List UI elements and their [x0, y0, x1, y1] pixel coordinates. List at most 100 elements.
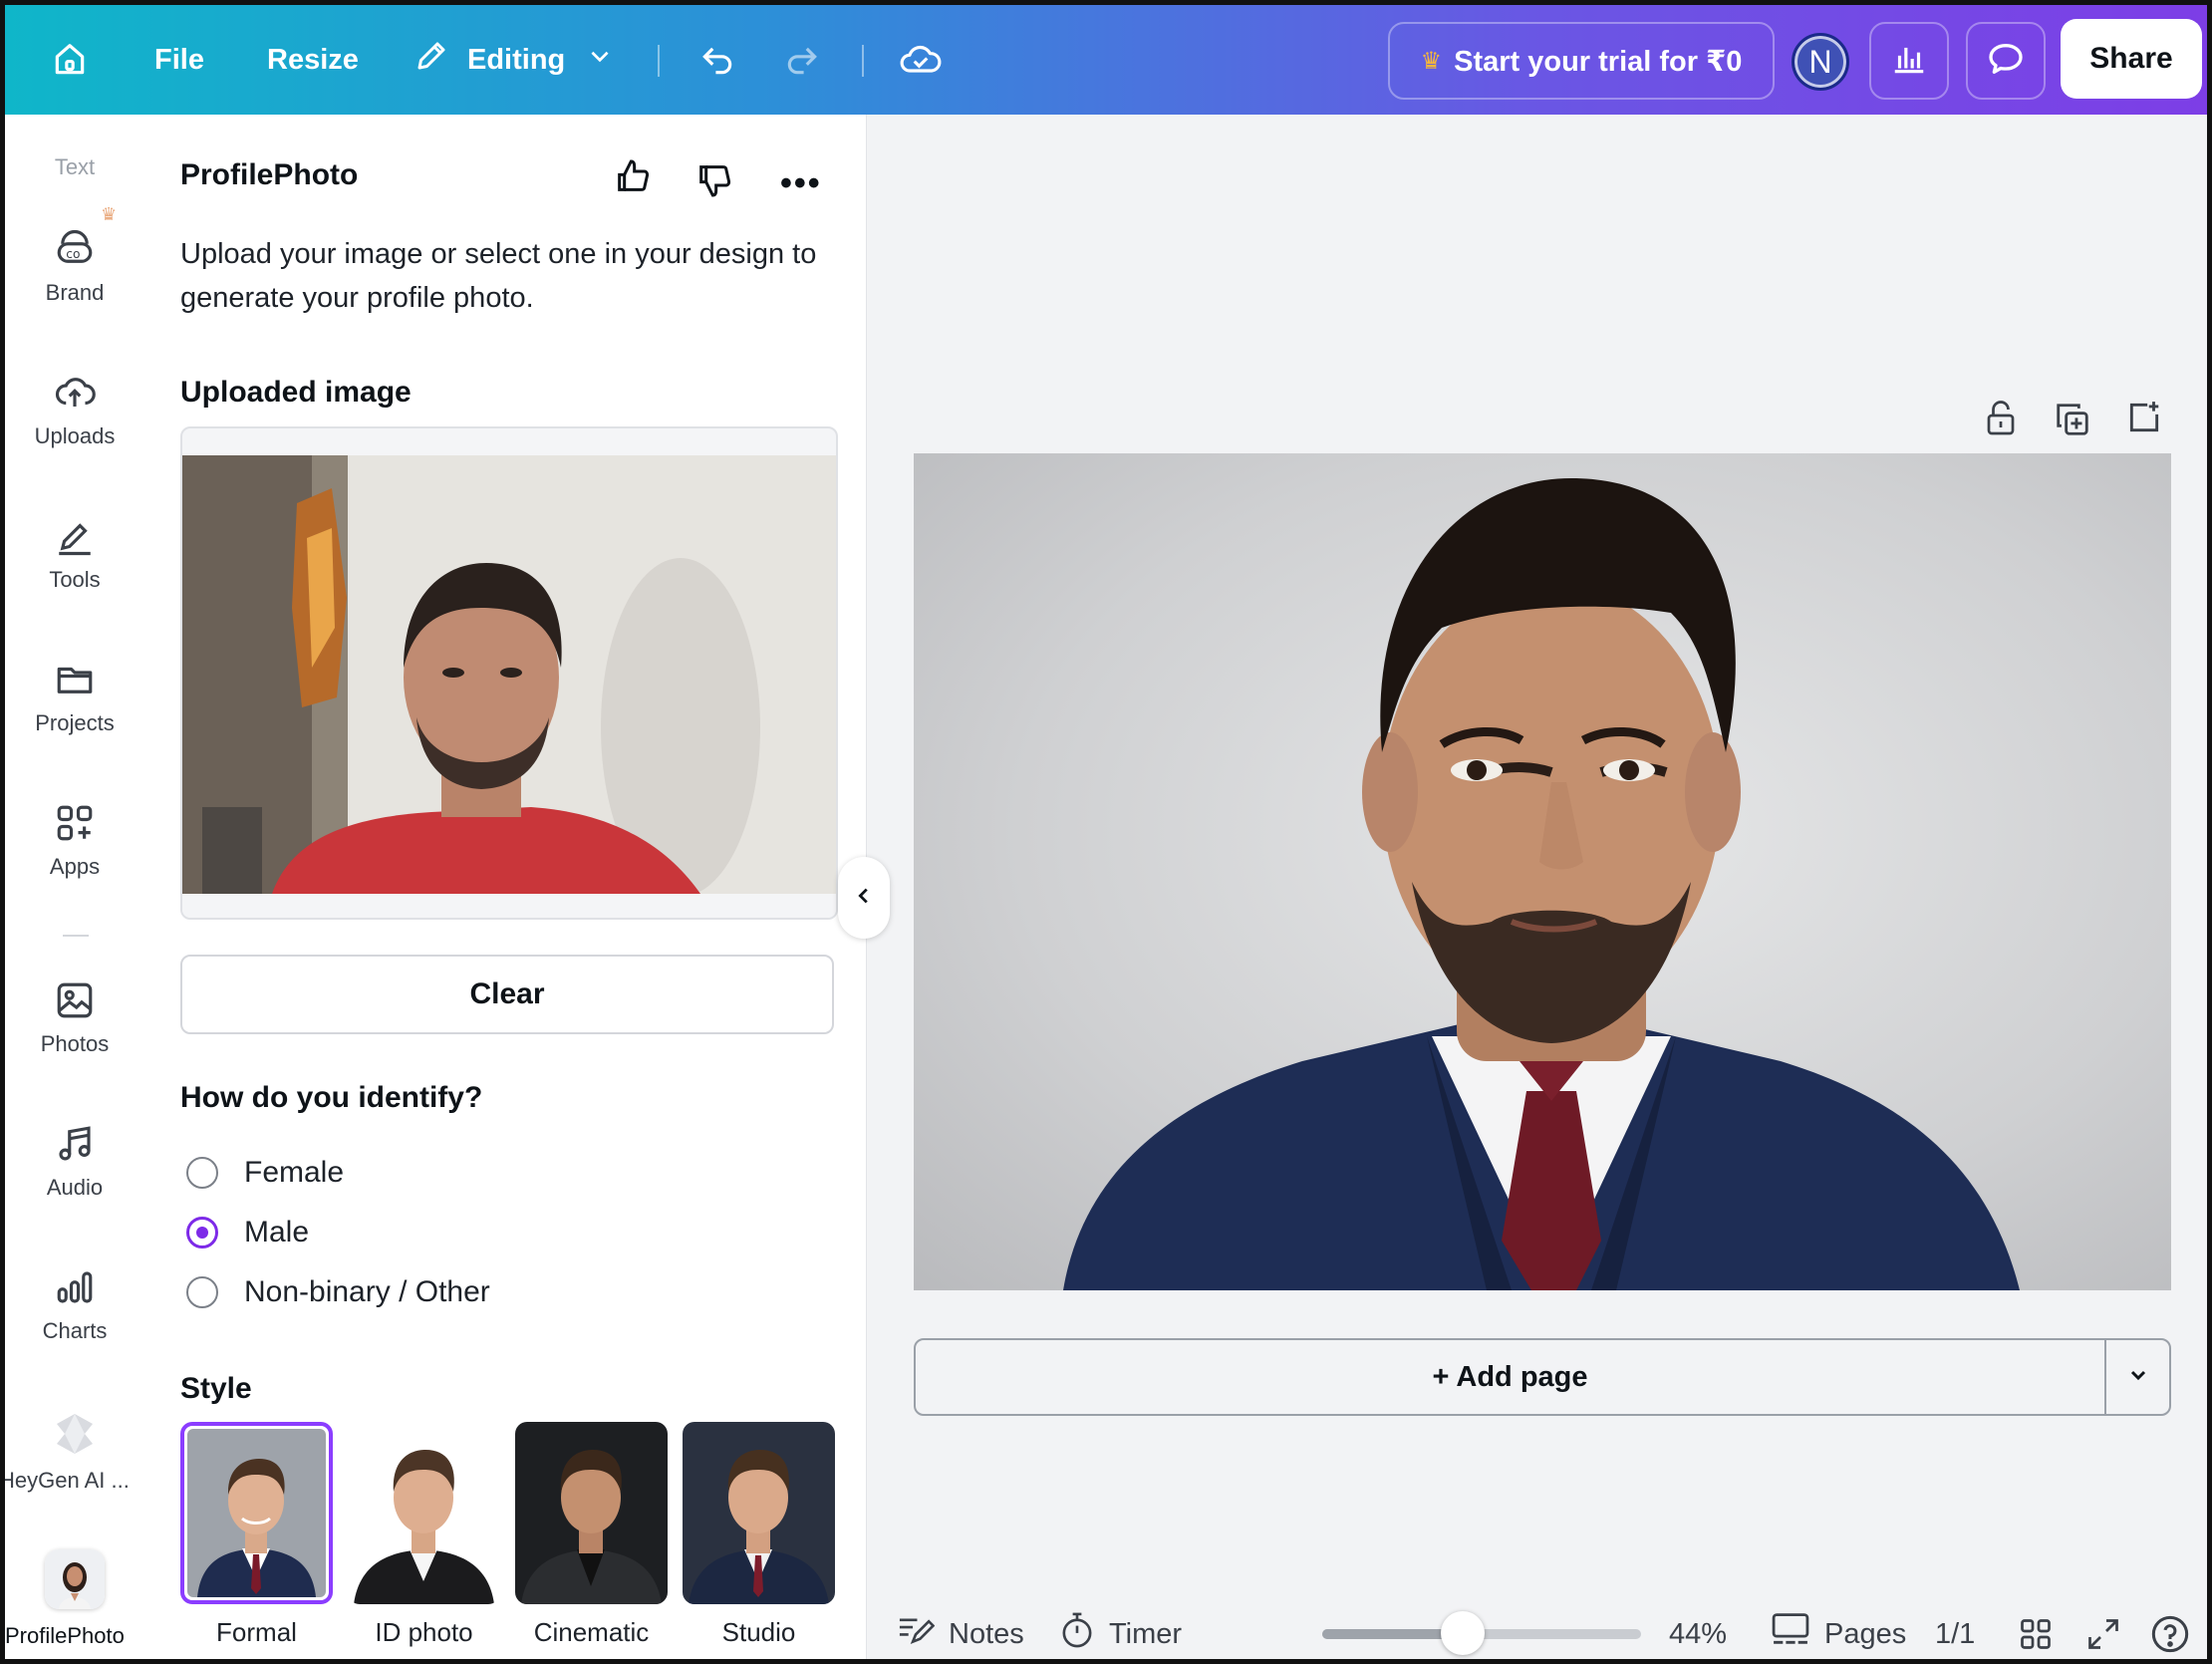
rail-item-label: HeyGen AI ...: [5, 1468, 130, 1493]
undo-icon[interactable]: [692, 35, 742, 85]
rail-item-apps[interactable]: Apps: [5, 802, 144, 880]
notes-label: Notes: [949, 1617, 1024, 1650]
rail-item-text[interactable]: Text: [5, 154, 144, 180]
zoom-slider-handle[interactable]: [1440, 1611, 1485, 1655]
uploaded-image-heading: Uploaded image: [180, 376, 412, 409]
more-options-icon[interactable]: •••: [780, 164, 822, 203]
style-card-cinematic[interactable]: [515, 1422, 668, 1604]
share-button[interactable]: Share: [2061, 19, 2202, 99]
rail-item-label: Photos: [40, 1031, 110, 1056]
home-icon[interactable]: [45, 35, 95, 85]
crown-icon: ♛: [101, 204, 118, 224]
rail-item-label: Apps: [49, 854, 101, 879]
rail-item-uploads[interactable]: Uploads: [5, 372, 144, 449]
studio-style-thumbnail: [683, 1422, 835, 1604]
help-icon[interactable]: [2150, 1609, 2190, 1659]
app-panel: ProfilePhoto ••• Upload your image or se…: [144, 115, 867, 1659]
zoom-slider[interactable]: [1322, 1611, 1641, 1655]
clear-button[interactable]: Clear: [180, 955, 834, 1034]
timer-button[interactable]: Timer: [1059, 1609, 1182, 1659]
pen-tool-icon: [5, 515, 144, 557]
pages-icon: [1771, 1611, 1810, 1657]
style-label: Formal: [216, 1617, 297, 1647]
pages-label: Pages: [1824, 1617, 1907, 1650]
rail-item-label: Projects: [35, 710, 115, 735]
zoom-level[interactable]: 44%: [1669, 1609, 1727, 1659]
rail-item-photos[interactable]: Photos: [5, 979, 144, 1057]
rail-item-tools[interactable]: Tools: [5, 515, 144, 593]
rail-item-profilephoto[interactable]: ProfilePhoto: [5, 1549, 144, 1649]
chevron-down-icon: [2126, 1363, 2150, 1392]
file-menu[interactable]: File: [154, 40, 204, 80]
bar-chart-icon: [1890, 40, 1928, 83]
notes-icon: [897, 1613, 936, 1655]
pages-button[interactable]: Pages: [1771, 1609, 1906, 1659]
radio-button[interactable]: [186, 1276, 218, 1308]
avatar[interactable]: N: [1792, 33, 1849, 91]
design-canvas[interactable]: [914, 453, 2171, 1290]
radio-male[interactable]: Male: [186, 1216, 309, 1249]
thumbs-up-icon[interactable]: [613, 156, 653, 201]
style-card-formal[interactable]: [180, 1422, 333, 1604]
editing-mode-dropdown[interactable]: Editing: [414, 35, 613, 85]
music-note-icon: [5, 1123, 144, 1165]
radio-non-binary[interactable]: Non-binary / Other: [186, 1275, 490, 1309]
divider: [658, 45, 660, 77]
rail-item-charts[interactable]: Charts: [5, 1266, 144, 1344]
rail-item-projects[interactable]: Projects: [5, 659, 144, 736]
panel-description: Upload your image or select one in your …: [180, 238, 817, 314]
page-count: 1/1: [1935, 1617, 1976, 1650]
add-page-bar: + Add page: [914, 1338, 2171, 1416]
heygen-icon: [5, 1410, 144, 1458]
rail-item-audio[interactable]: Audio: [5, 1123, 144, 1201]
timer-icon: [1059, 1611, 1095, 1657]
style-card-id-photo[interactable]: [348, 1422, 500, 1604]
thumbs-down-icon[interactable]: [694, 160, 734, 205]
rail-item-label: Charts: [42, 1318, 108, 1343]
start-trial-button[interactable]: ♛ Start your trial for ₹0: [1388, 22, 1775, 100]
insights-button[interactable]: [1869, 22, 1949, 100]
rail-item-label: ProfilePhoto: [5, 1623, 125, 1648]
add-page-button[interactable]: + Add page: [916, 1340, 2104, 1414]
panel-title: ProfilePhoto: [180, 158, 359, 191]
lock-icon[interactable]: [1983, 399, 2019, 443]
uploaded-image-preview[interactable]: [180, 426, 838, 920]
radio-label: Female: [244, 1156, 345, 1189]
top-toolbar: File Resize Editing ♛ Start your trial f…: [5, 5, 2207, 115]
notes-button[interactable]: Notes: [897, 1609, 1024, 1659]
svg-text:co: co: [66, 247, 80, 261]
radio-button[interactable]: [186, 1157, 218, 1189]
duplicate-page-icon[interactable]: [2054, 401, 2091, 443]
collapse-panel-button[interactable]: [838, 857, 890, 939]
fullscreen-icon[interactable]: [2085, 1609, 2121, 1659]
grid-view-icon[interactable]: [2018, 1609, 2054, 1659]
rail-item-label: Tools: [49, 567, 101, 592]
rail-item-label: Brand: [45, 280, 105, 305]
add-page-options-button[interactable]: [2104, 1340, 2169, 1414]
resize-menu[interactable]: Resize: [267, 40, 359, 80]
divider: [63, 935, 89, 937]
formal-style-thumbnail: [187, 1429, 326, 1597]
crown-icon: ♛: [1420, 47, 1443, 75]
start-trial-label: Start your trial for ₹0: [1454, 45, 1743, 78]
radio-label: Non-binary / Other: [244, 1275, 490, 1308]
cloud-saved-icon[interactable]: [895, 35, 947, 85]
bar-chart-icon: [5, 1266, 144, 1308]
identify-heading: How do you identify?: [180, 1081, 483, 1114]
editing-label: Editing: [467, 43, 566, 76]
rail-item-brand[interactable]: ♛ co Brand: [5, 204, 144, 306]
redo-icon[interactable]: [777, 35, 827, 85]
rail-item-heygen[interactable]: HeyGen AI ...: [5, 1410, 144, 1494]
style-card-studio[interactable]: [683, 1422, 835, 1604]
chevron-down-icon: [587, 43, 613, 77]
radio-button-selected[interactable]: [186, 1217, 218, 1248]
comments-button[interactable]: [1966, 22, 2046, 100]
rail-item-label: Uploads: [34, 423, 116, 448]
divider: [862, 45, 864, 77]
radio-female[interactable]: Female: [186, 1156, 344, 1190]
speech-bubble-icon: [1986, 39, 2026, 84]
rail-item-label: Audio: [46, 1175, 104, 1200]
folder-icon: [5, 659, 144, 700]
add-page-icon[interactable]: [2125, 399, 2163, 441]
apps-grid-icon: [5, 802, 144, 844]
